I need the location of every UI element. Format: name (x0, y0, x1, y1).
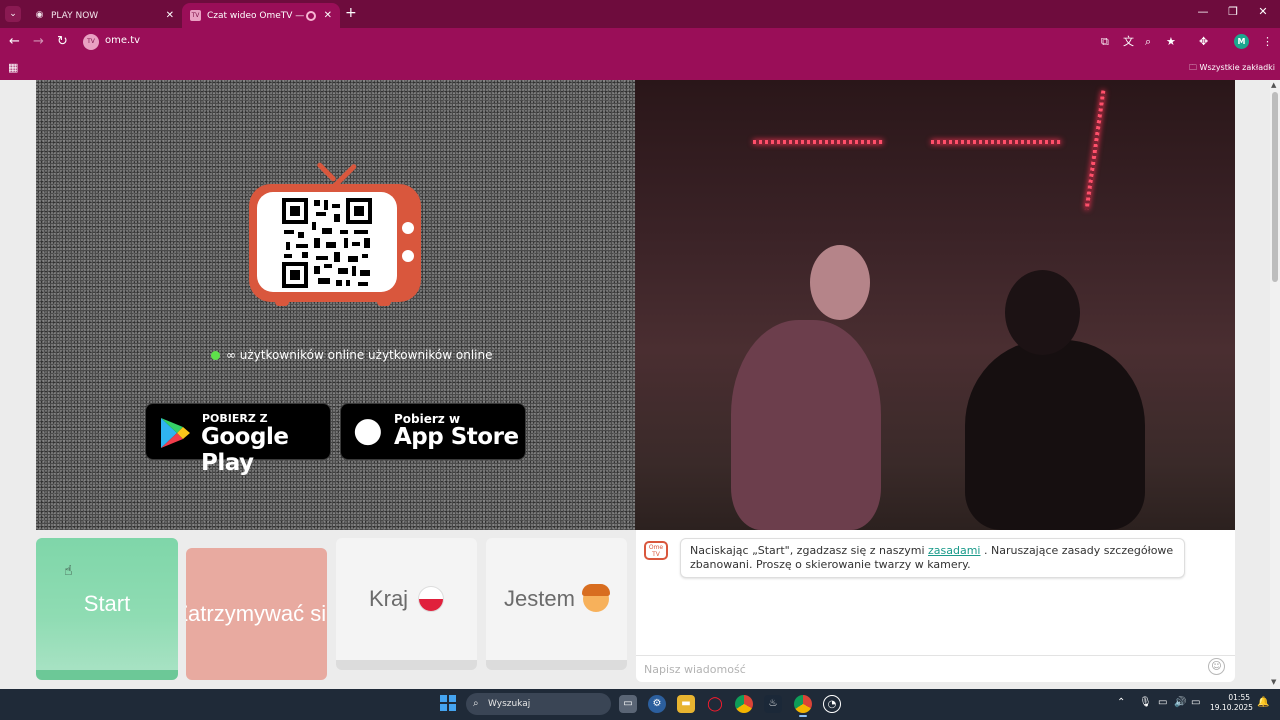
all-bookmarks-folder[interactable]: 🗀 Wszystkie zakładki (1189, 62, 1275, 76)
tv-knob (402, 222, 414, 234)
online-status-dot (211, 350, 220, 360)
led-strip (1084, 90, 1106, 210)
bookmarks-folder-label: Wszystkie zakładki (1199, 63, 1276, 72)
tab-search-button[interactable]: ⌄ (5, 6, 21, 22)
google-play-big-text: Google Play (201, 424, 289, 476)
scrollbar-thumb[interactable] (1272, 92, 1278, 282)
start-button[interactable]: Start (36, 538, 178, 680)
tab-ometv[interactable]: TV Czat wideo OmeTV — alter ✕ (182, 3, 340, 28)
scroll-up-icon[interactable]: ▲ (1271, 81, 1276, 89)
clock-time: 01:55 (1228, 693, 1250, 702)
recording-icon (305, 10, 316, 21)
reload-icon[interactable]: ↻ (57, 34, 68, 50)
tv-knob (402, 250, 414, 262)
online-users-counter: ∞ użytkowników online użytkowników onlin… (211, 348, 492, 362)
person-right (965, 340, 1145, 530)
eye-icon: ◉ (35, 10, 44, 20)
qr-code[interactable] (282, 198, 372, 288)
tab-play-now[interactable]: ◉ PLAY NOW ✕ (26, 3, 182, 28)
boy-face-icon (581, 584, 610, 612)
address-bar[interactable]: ome.tv (105, 35, 140, 46)
google-play-icon (161, 418, 190, 448)
apple-icon: ● (353, 410, 383, 450)
tab-title: PLAY NOW (51, 10, 99, 21)
tv-leg (377, 296, 391, 306)
zoom-icon[interactable]: ⌕ (1145, 35, 1151, 49)
bookmarks-bar (0, 56, 1280, 80)
taskbar-search-placeholder: Wyszukaj (488, 699, 531, 709)
app-store-badge[interactable]: ● Pobierz w App Store (340, 403, 526, 460)
stop-button[interactable]: Zatrzymywać się (186, 548, 327, 680)
clock-date: 19.10.2025 (1210, 703, 1253, 712)
obs-icon[interactable]: ◔ (823, 695, 841, 713)
steam-icon[interactable]: ♨ (764, 695, 782, 713)
gender-select-button[interactable]: Jestem (486, 538, 627, 670)
ometv-chat-logo: Ome TV (644, 541, 668, 560)
led-strip (753, 140, 883, 144)
person-right-head (1005, 270, 1080, 355)
bookmark-star-icon[interactable]: ★ (1166, 35, 1176, 49)
chat-message-input[interactable]: Napisz wiadomość (636, 655, 1235, 682)
page-scrollbar[interactable]: ▲ ▼ (1270, 80, 1280, 689)
browser-toolbar (0, 28, 1280, 56)
country-label: Kraj (368, 586, 409, 611)
rules-link[interactable]: zasadami (928, 544, 980, 557)
back-icon[interactable]: ← (9, 34, 20, 50)
windows-taskbar (0, 689, 1280, 720)
notifications-icon[interactable]: 🔔 (1257, 697, 1269, 708)
led-strip (931, 140, 1061, 144)
app-store-big-text: App Store (394, 424, 519, 450)
emoji-icon[interactable]: ☺ (1208, 658, 1225, 675)
windows-start-icon[interactable] (440, 695, 456, 711)
message-text: Naciskając „Start", zgadzasz się z naszy… (690, 544, 928, 557)
translate-icon[interactable]: 文 (1123, 35, 1134, 49)
menu-kebab-icon[interactable]: ⋮ (1262, 35, 1273, 49)
tab-title: Czat wideo OmeTV — alter (207, 10, 306, 21)
microphone-icon[interactable]: 🎙 (1139, 697, 1152, 708)
task-view-icon[interactable]: ▭ (619, 695, 637, 713)
poland-flag-icon (418, 586, 445, 612)
new-tab-button[interactable]: + (345, 5, 357, 21)
person-left (731, 320, 881, 530)
mouse-cursor-icon: ☝ (64, 563, 73, 579)
forward-icon[interactable]: → (33, 34, 44, 50)
self-webcam-video (635, 80, 1235, 530)
ometv-favicon-icon: TV (190, 10, 201, 21)
file-explorer-icon[interactable]: ▬ (677, 695, 695, 713)
extensions-icon[interactable]: ✥ (1199, 35, 1208, 49)
apps-grid-icon[interactable]: ▦ (8, 61, 18, 74)
close-tab-icon[interactable]: ✕ (166, 10, 174, 21)
close-tab-icon[interactable]: ✕ (324, 10, 332, 21)
chrome-active-icon[interactable] (794, 695, 812, 717)
search-icon: ⌕ (473, 698, 479, 709)
country-select-button[interactable]: Kraj (336, 538, 477, 670)
restore-icon[interactable]: ❐ (1218, 5, 1248, 18)
taskbar-clock[interactable]: 01:55 19.10.2025 (1210, 693, 1253, 713)
folder-icon: 🗀 (1189, 63, 1200, 72)
google-play-badge[interactable]: POBIERZ Z Google Play (145, 403, 331, 476)
partner-video-static (36, 80, 635, 530)
network-icon[interactable]: ▭ (1158, 697, 1167, 708)
site-info-icon[interactable]: TV (83, 34, 99, 50)
close-window-icon[interactable]: ✕ (1248, 5, 1278, 18)
online-users-text: ∞ użytkowników online użytkowników onlin… (226, 348, 493, 362)
minimize-icon[interactable]: — (1188, 5, 1218, 18)
settings-icon[interactable]: ⚙ (648, 695, 666, 713)
battery-icon[interactable]: ▭ (1191, 697, 1200, 708)
profile-avatar[interactable]: M (1234, 34, 1249, 49)
cast-icon[interactable]: ⧉ (1101, 35, 1109, 49)
scroll-down-icon[interactable]: ▼ (1271, 678, 1276, 686)
chrome-icon[interactable] (735, 695, 753, 713)
person-left-head (810, 245, 870, 320)
system-message: Naciskając „Start", zgadzasz się z naszy… (680, 538, 1185, 578)
volume-icon[interactable]: 🔊 (1174, 697, 1186, 708)
opera-icon[interactable]: ◯ (706, 695, 724, 713)
taskbar-search[interactable]: ⌕ Wyszukaj (466, 693, 611, 715)
gender-label: Jestem (504, 586, 575, 611)
tray-chevron-icon[interactable]: ⌃ (1117, 697, 1125, 708)
tv-leg (275, 296, 289, 306)
